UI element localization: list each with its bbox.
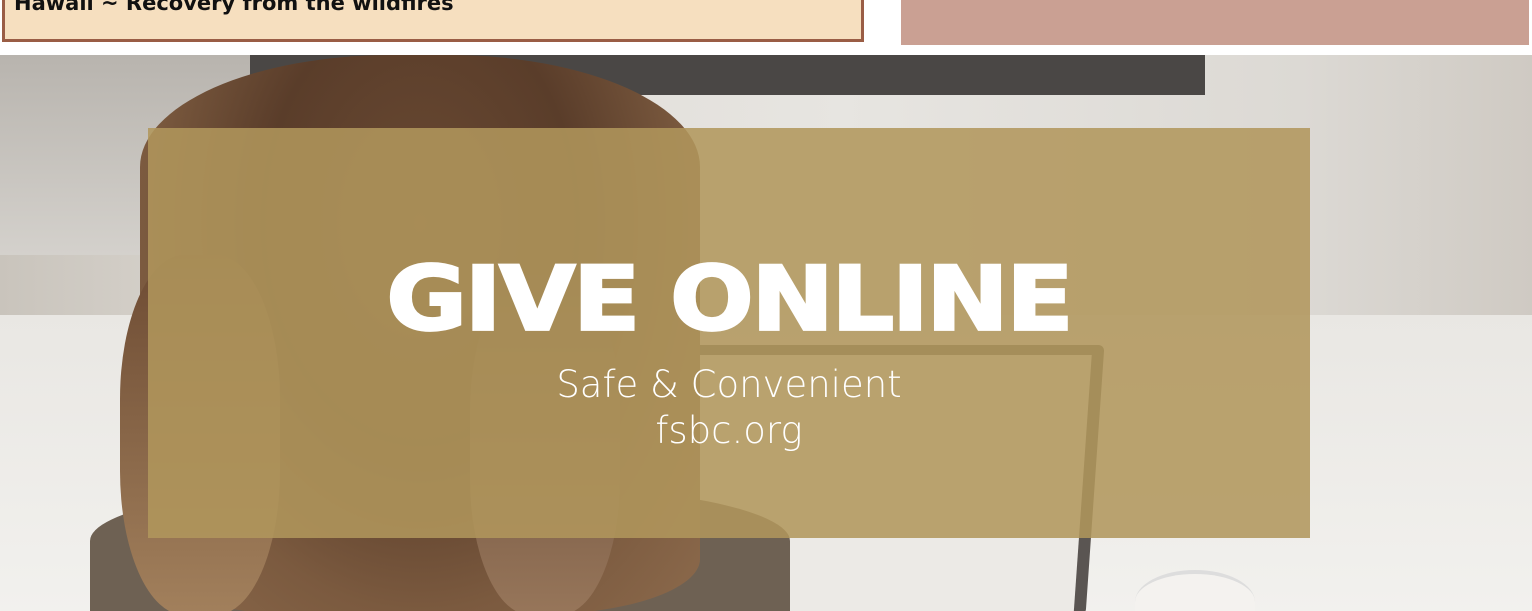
banner-tagline: Safe & Convenient [556, 363, 902, 406]
announcement-title: Hawaii ~ Recovery from the wildfires [14, 0, 454, 15]
announcement-box: Hawaii ~ Recovery from the wildfires [2, 0, 864, 42]
banner-headline: GIVE ONLINE [385, 248, 1075, 352]
give-online-banner[interactable]: GIVE ONLINE Safe & Convenient fsbc.org [0, 55, 1532, 611]
banner-website-link[interactable]: fsbc.org [148, 409, 1310, 452]
decorative-panel [901, 0, 1529, 45]
